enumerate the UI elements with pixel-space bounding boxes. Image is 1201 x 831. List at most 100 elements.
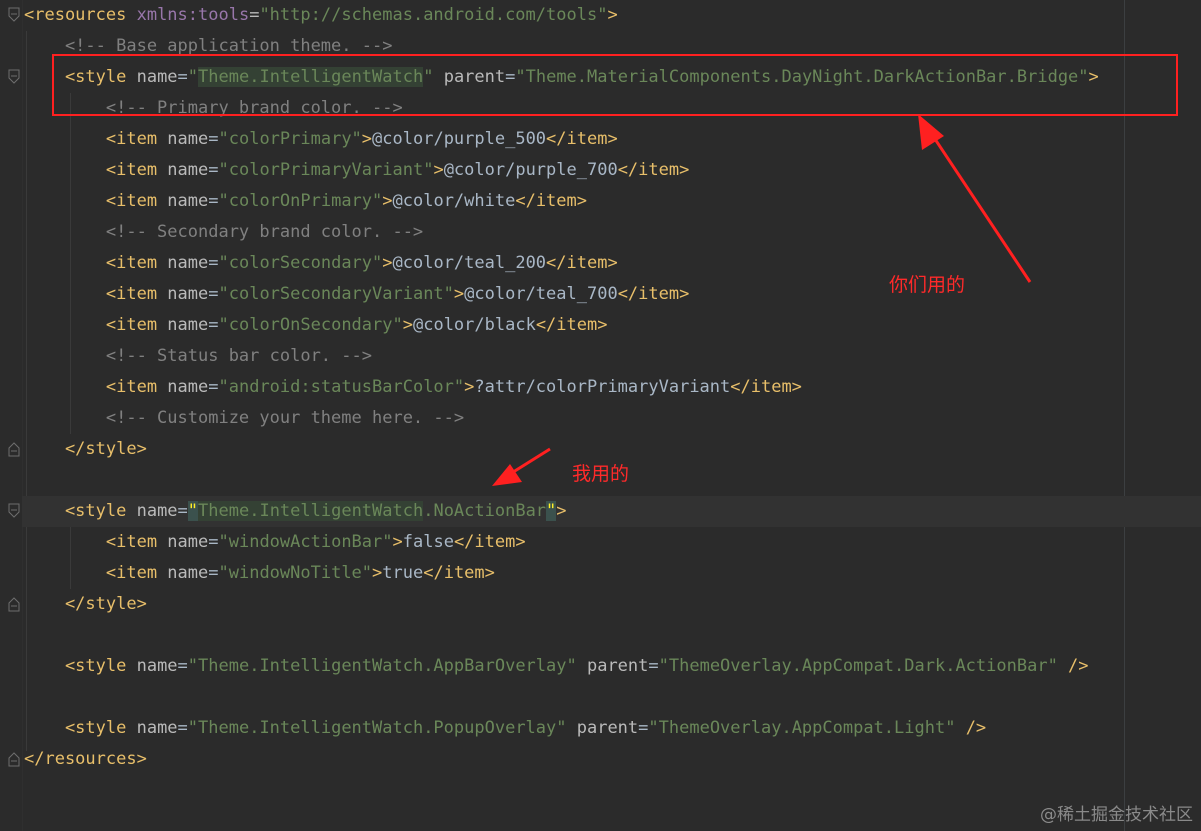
code-token: @color/white (392, 191, 516, 211)
red-arrow-icon (918, 114, 1032, 283)
code-line[interactable]: </resources> (24, 744, 147, 775)
code-token: > (382, 253, 393, 273)
code-token: </item> (453, 532, 526, 552)
code-token: </item> (546, 253, 618, 273)
code-token: > (1088, 67, 1099, 87)
code-token: <style (24, 67, 137, 87)
code-token: > (453, 284, 465, 304)
code-token: <style (24, 656, 137, 676)
code-line[interactable]: <!-- Primary brand color. --> (24, 93, 403, 124)
code-line[interactable]: <item name="colorOnSecondary">@color/bla… (24, 310, 608, 341)
fold-close-icon[interactable] (8, 596, 20, 612)
code-line[interactable]: <style name="Theme.IntelligentWatch.NoAc… (22, 496, 1201, 527)
code-token: > (392, 532, 403, 552)
code-line[interactable]: <item name="colorPrimaryVariant">@color/… (24, 155, 689, 186)
code-line[interactable]: <style name="Theme.IntelligentWatch.Popu… (24, 713, 986, 744)
code-token: name (167, 284, 209, 304)
fold-open-icon[interactable] (8, 503, 20, 519)
code-token: "colorOnSecondary" (218, 315, 403, 335)
code-line[interactable]: <item name="colorPrimary">@color/purple_… (24, 124, 618, 155)
code-line[interactable]: <style name="Theme.IntelligentWatch" par… (24, 62, 1099, 93)
fold-close-icon[interactable] (8, 441, 20, 457)
code-token: .NoActionBar (423, 501, 547, 521)
code-token: name (167, 315, 209, 335)
code-token: "windowNoTitle" (218, 563, 373, 583)
code-token: <item (24, 532, 168, 552)
code-line[interactable]: <!-- Secondary brand color. --> (24, 217, 423, 248)
code-token: = (208, 253, 219, 273)
code-token: </style> (24, 439, 147, 459)
code-line[interactable]: </style> (24, 434, 147, 465)
code-token: </item> (617, 284, 690, 304)
code-token: @color/purple_500 (372, 129, 547, 149)
annotation-mine: 我用的 (572, 463, 630, 485)
code-token: </item> (730, 377, 802, 397)
code-token: </item> (546, 129, 618, 149)
code-token: ?attr/colorPrimaryVariant (474, 377, 731, 397)
code-token: name (167, 377, 209, 397)
code-token: = (177, 718, 188, 738)
code-token: name (167, 191, 209, 211)
code-token: name (136, 656, 178, 676)
code-token: </item> (535, 315, 608, 335)
code-token: > (382, 191, 393, 211)
code-token: "Theme.MaterialComponents.DayNight.DarkA… (515, 67, 1089, 87)
code-line[interactable]: <resources xmlns:tools="http://schemas.a… (24, 0, 618, 31)
code-token: <item (24, 253, 168, 273)
code-token: true (382, 563, 424, 583)
fold-open-icon[interactable] (8, 7, 20, 23)
code-line[interactable]: </style> (24, 589, 147, 620)
code-token: name (167, 253, 209, 273)
code-line[interactable]: <item name="colorSecondary">@color/teal_… (24, 248, 618, 279)
code-token: "Theme.IntelligentWatch.PopupOverlay" (187, 718, 567, 738)
code-token: "http://schemas.android.com/tools" (259, 5, 608, 25)
code-token: = (208, 563, 219, 583)
code-token: parent (566, 718, 639, 738)
code-line[interactable]: <!-- Customize your theme here. --> (24, 403, 464, 434)
fold-open-icon[interactable] (8, 69, 20, 85)
code-token: = (249, 5, 260, 25)
code-token: "windowActionBar" (218, 532, 393, 552)
code-token: @color/purple_700 (443, 160, 618, 180)
code-line[interactable]: <item name="colorSecondaryVariant">@colo… (24, 279, 689, 310)
code-token: @color/teal_700 (464, 284, 618, 304)
code-token: = (177, 656, 188, 676)
code-token: <item (24, 191, 168, 211)
code-token: "colorSecondary" (218, 253, 383, 273)
code-token: = (177, 501, 188, 521)
code-token: <item (24, 129, 168, 149)
code-line[interactable]: <item name="windowActionBar">false</item… (24, 527, 526, 558)
code-token: @color/black (412, 315, 536, 335)
code-token: false (402, 532, 454, 552)
code-token: /> (955, 718, 987, 738)
code-token: <item (24, 563, 168, 583)
code-token: <!-- Secondary brand color. --> (24, 222, 424, 242)
code-token: = (505, 67, 516, 87)
code-token: = (208, 129, 219, 149)
right-margin-guide (1124, 0, 1125, 831)
fold-close-icon[interactable] (8, 751, 20, 767)
code-token: <!-- Customize your theme here. --> (24, 408, 465, 428)
code-token: "android:statusBarColor" (218, 377, 465, 397)
code-token: "ThemeOverlay.AppCompat.Light" (648, 718, 956, 738)
code-line[interactable]: <!-- Base application theme. --> (24, 31, 393, 62)
code-token: <!-- Status bar color. --> (24, 346, 372, 366)
code-token: = (638, 718, 649, 738)
code-line[interactable]: <!-- Status bar color. --> (24, 341, 372, 372)
code-token: = (208, 284, 219, 304)
code-token: <style (24, 501, 137, 521)
code-line[interactable]: <item name="colorOnPrimary">@color/white… (24, 186, 587, 217)
code-token: "colorPrimaryVariant" (218, 160, 434, 180)
code-token: </item> (423, 563, 495, 583)
code-token: parent (433, 67, 506, 87)
code-token: = (648, 656, 659, 676)
code-line[interactable]: <item name="android:statusBarColor">?att… (24, 372, 802, 403)
code-token: " (187, 501, 199, 521)
code-line[interactable]: <item name="windowNoTitle">true</item> (24, 558, 495, 589)
code-token: <!-- Base application theme. --> (24, 36, 393, 56)
code-line[interactable]: <style name="Theme.IntelligentWatch.AppB… (24, 651, 1089, 682)
code-token: name (167, 563, 209, 583)
code-token: name (167, 160, 209, 180)
code-token: > (607, 5, 618, 25)
code-token: Theme.IntelligentWatch (198, 67, 424, 87)
